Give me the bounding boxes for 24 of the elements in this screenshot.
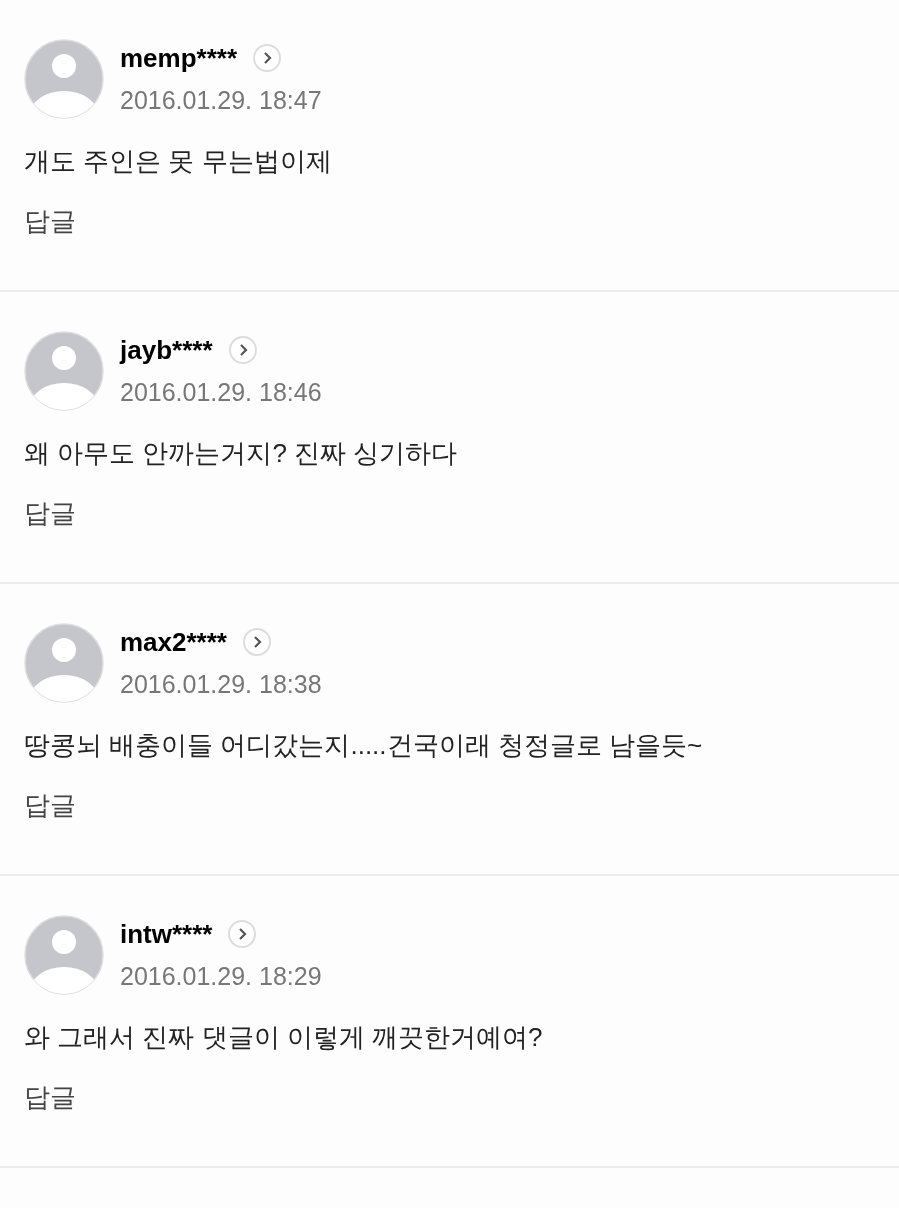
comment-date: 2016.01.29. 18:38 [120, 669, 322, 699]
comment-text: 땅콩뇌 배충이들 어디갔는지.....건국이래 청정글로 남을듯~ [24, 729, 704, 761]
reply-link[interactable]: 답글 [24, 789, 76, 821]
username[interactable]: memp**** [120, 43, 238, 73]
comment-text: 개도 주인은 못 무는법이제 [24, 145, 333, 177]
reply-link[interactable]: 답글 [24, 1081, 76, 1113]
username[interactable]: max2**** [120, 627, 227, 657]
username[interactable]: jayb**** [120, 335, 213, 365]
avatar-icon [24, 915, 104, 995]
avatar-icon [24, 39, 104, 119]
chevron-right-icon[interactable] [243, 628, 271, 656]
username[interactable]: intw**** [120, 919, 213, 949]
avatar-icon [24, 623, 104, 703]
avatar-icon [24, 331, 104, 411]
chevron-right-icon[interactable] [228, 336, 257, 364]
comment-text: 와 그래서 진짜 댓글이 이렇게 깨끗한거예여? [24, 1021, 544, 1053]
chevron-right-icon[interactable] [253, 44, 282, 72]
comment-date: 2016.01.29. 18:29 [120, 961, 322, 991]
comment-text: 왜 아무도 안까는거지? 진짜 싱기하다 [24, 437, 459, 469]
chevron-right-icon[interactable] [228, 920, 257, 948]
reply-link[interactable]: 답글 [24, 497, 76, 529]
comment-date: 2016.01.29. 18:46 [120, 377, 322, 407]
comment-date: 2016.01.29. 18:47 [120, 85, 322, 115]
reply-link[interactable]: 답글 [24, 205, 76, 237]
